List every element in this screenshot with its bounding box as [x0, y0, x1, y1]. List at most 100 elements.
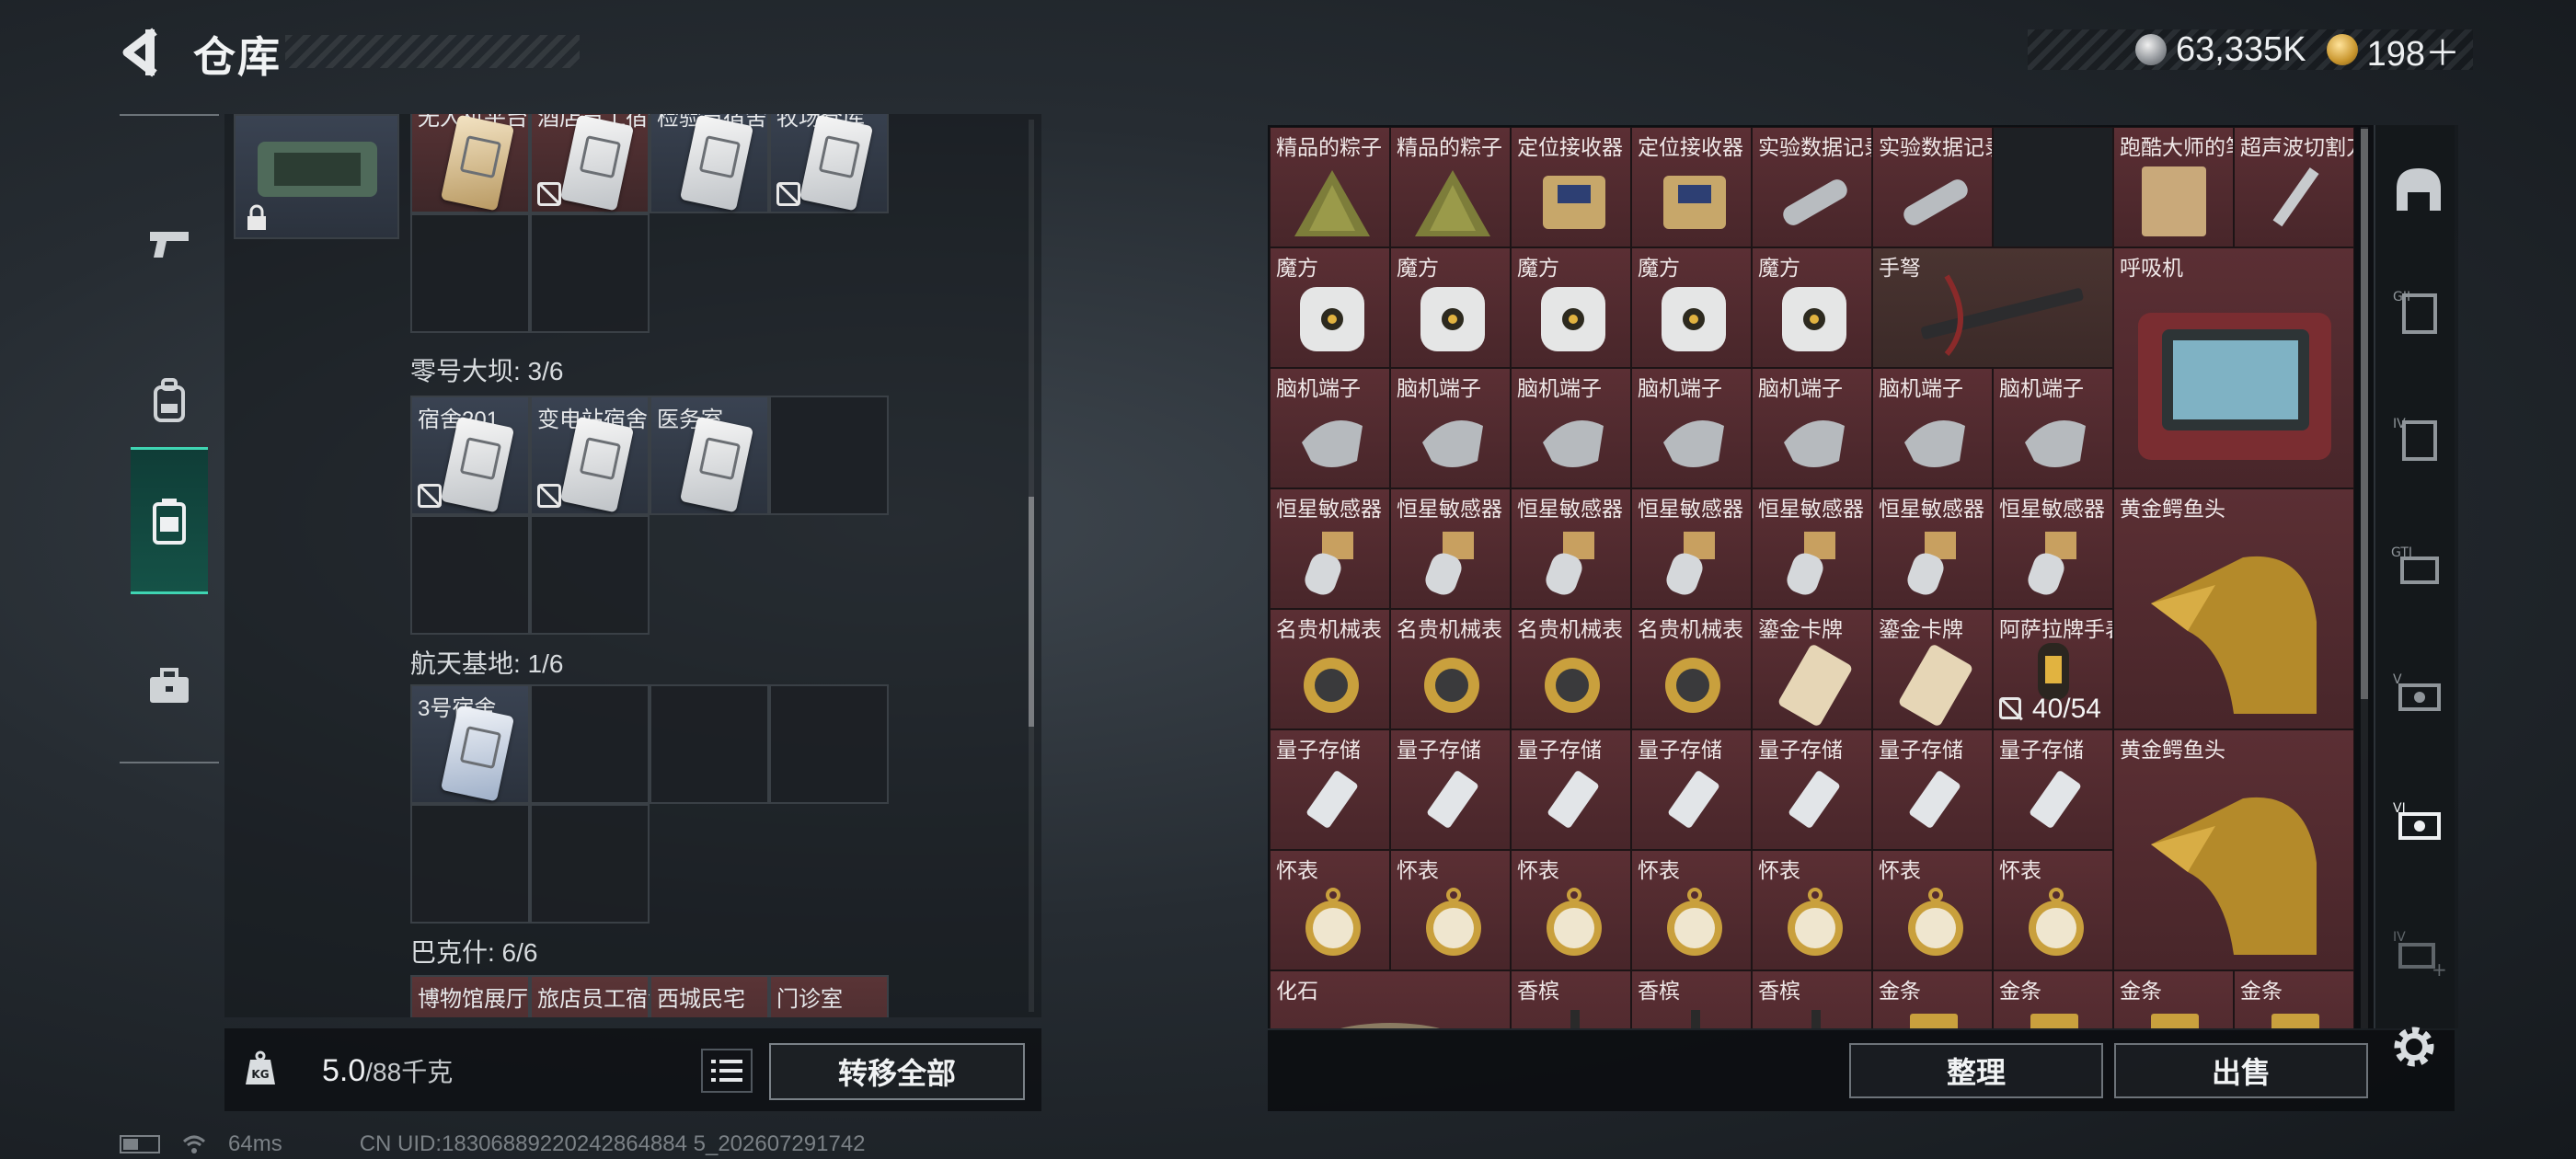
- inventory-item[interactable]: 精品的粽子: [1390, 127, 1511, 247]
- keycard-slot[interactable]: 门诊室: [769, 975, 889, 1017]
- inventory-item[interactable]: 魔方: [1270, 247, 1390, 368]
- empty-slot[interactable]: [530, 213, 650, 333]
- inventory-item[interactable]: 量子存储: [1270, 729, 1390, 850]
- container-slot[interactable]: [234, 114, 399, 239]
- inventory-item[interactable]: 香槟: [1511, 970, 1631, 1028]
- keycard-slot[interactable]: 牧场仓库: [769, 114, 889, 213]
- inventory-item[interactable]: 怀表: [1872, 850, 1993, 970]
- inventory-item[interactable]: 金条: [1872, 970, 1993, 1028]
- filter-helmet[interactable]: [2390, 162, 2447, 219]
- inventory-item[interactable]: 脑机端子: [1270, 368, 1390, 488]
- sort-button[interactable]: 整理: [1849, 1043, 2103, 1098]
- inventory-item[interactable]: 怀表: [1390, 850, 1511, 970]
- inventory-item[interactable]: 鎏金卡牌: [1752, 609, 1872, 729]
- keycard-slot[interactable]: 变电站宿舍: [530, 396, 650, 515]
- inventory-item[interactable]: 怀表: [1993, 850, 2113, 970]
- inventory-item[interactable]: 恒星敏感器: [1390, 488, 1511, 609]
- inventory-item[interactable]: 鎏金卡牌: [1872, 609, 1993, 729]
- rail-item-keycards[interactable]: [131, 447, 208, 594]
- filter-armor-iv-plus[interactable]: IV +: [2390, 925, 2447, 982]
- inventory-item[interactable]: 超声波切割刀: [2234, 127, 2354, 247]
- filter-armor-v[interactable]: V: [2390, 668, 2447, 725]
- inventory-item[interactable]: 量子存储: [1390, 729, 1511, 850]
- inventory-item[interactable]: 脑机端子: [1993, 368, 2113, 488]
- empty-slot[interactable]: [410, 515, 530, 635]
- inventory-item[interactable]: 量子存储: [1511, 729, 1631, 850]
- inventory-item[interactable]: 量子存储: [1752, 729, 1872, 850]
- inventory-item[interactable]: 怀表: [1631, 850, 1752, 970]
- sell-button[interactable]: 出售: [2114, 1043, 2368, 1098]
- empty-slot[interactable]: [530, 684, 650, 804]
- inventory-item[interactable]: 脑机端子: [1872, 368, 1993, 488]
- inventory-item[interactable]: 量子存储: [1631, 729, 1752, 850]
- empty-slot[interactable]: [650, 684, 769, 804]
- rail-item-weapons[interactable]: [131, 171, 208, 318]
- empty-slot[interactable]: [410, 213, 530, 333]
- keycard-slot[interactable]: 检验员宿舍: [650, 114, 769, 213]
- inventory-item[interactable]: 实验数据记录仪: [1872, 127, 1993, 247]
- inventory-item[interactable]: 量子存储: [1993, 729, 2113, 850]
- inventory-item[interactable]: 怀表: [1270, 850, 1390, 970]
- inventory-item[interactable]: 恒星敏感器: [1872, 488, 1993, 609]
- keycard-slot[interactable]: 宿舍201: [410, 396, 530, 515]
- inventory-item[interactable]: 魔方: [1390, 247, 1511, 368]
- inventory-item[interactable]: 魔方: [1631, 247, 1752, 368]
- keycard-slot[interactable]: 酒店员工宿舍: [530, 114, 651, 213]
- inventory-scroll-thumb[interactable]: [2361, 129, 2368, 699]
- empty-inventory-slot[interactable]: [1993, 127, 2113, 247]
- keycard-slot[interactable]: 博物馆展厅: [410, 975, 530, 1017]
- warehouse-scroll-thumb[interactable]: [1029, 497, 1034, 727]
- keycard-slot[interactable]: 旅店员工宿舍: [530, 975, 651, 1017]
- inventory-item[interactable]: 恒星敏感器: [1270, 488, 1390, 609]
- empty-slot[interactable]: [769, 684, 889, 804]
- settings-gear-icon[interactable]: [2388, 1021, 2440, 1073]
- inventory-item[interactable]: 魔方: [1511, 247, 1631, 368]
- inventory-item[interactable]: 金条: [1993, 970, 2113, 1028]
- inventory-item[interactable]: 定位接收器: [1631, 127, 1752, 247]
- inventory-item[interactable]: 精品的粽子: [1270, 127, 1390, 247]
- inventory-item[interactable]: 呼吸机: [2113, 247, 2354, 488]
- empty-slot[interactable]: [410, 804, 530, 924]
- rail-item-cases[interactable]: [131, 613, 208, 760]
- inventory-item[interactable]: 恒星敏感器: [1993, 488, 2113, 609]
- inventory-item[interactable]: 跑酷大师的笔记: [2113, 127, 2234, 247]
- keycard-slot[interactable]: 无人机平台: [410, 114, 530, 213]
- inventory-item[interactable]: 恒星敏感器: [1511, 488, 1631, 609]
- inventory-item[interactable]: 黄金鳄鱼头: [2113, 729, 2354, 970]
- keycard-slot[interactable]: 3号宿舍: [410, 684, 530, 804]
- inventory-item[interactable]: 脑机端子: [1752, 368, 1872, 488]
- inventory-item[interactable]: 手弩: [1872, 247, 2113, 368]
- inventory-item[interactable]: 金条: [2113, 970, 2234, 1028]
- keycard-slot[interactable]: 医务室: [650, 396, 769, 515]
- empty-slot[interactable]: [530, 515, 650, 635]
- inventory-item[interactable]: 化石: [1270, 970, 1511, 1028]
- inventory-item[interactable]: 脑机端子: [1631, 368, 1752, 488]
- list-view-button[interactable]: [701, 1049, 753, 1093]
- empty-slot[interactable]: [530, 804, 650, 924]
- inventory-item[interactable]: 名贵机械表: [1631, 609, 1752, 729]
- inventory-item[interactable]: 恒星敏感器: [1631, 488, 1752, 609]
- inventory-item[interactable]: 实验数据记录仪: [1752, 127, 1872, 247]
- inventory-item[interactable]: 定位接收器: [1511, 127, 1631, 247]
- gold-currency[interactable]: 198＋: [2326, 25, 2460, 75]
- inventory-item[interactable]: 阿萨拉牌手表 40/54: [1993, 609, 2113, 729]
- inventory-item[interactable]: 怀表: [1511, 850, 1631, 970]
- filter-gti[interactable]: GTI: [2390, 539, 2447, 596]
- inventory-item[interactable]: 脑机端子: [1390, 368, 1511, 488]
- inventory-item[interactable]: 怀表: [1752, 850, 1872, 970]
- inventory-item[interactable]: 名贵机械表: [1511, 609, 1631, 729]
- empty-slot[interactable]: [769, 396, 889, 515]
- inventory-item[interactable]: 香槟: [1631, 970, 1752, 1028]
- inventory-item[interactable]: 量子存储: [1872, 729, 1993, 850]
- inventory-item[interactable]: 恒星敏感器: [1752, 488, 1872, 609]
- inventory-item[interactable]: 名贵机械表: [1390, 609, 1511, 729]
- transfer-all-button[interactable]: 转移全部: [769, 1043, 1025, 1100]
- keycard-slot[interactable]: 西城民宅: [650, 975, 769, 1017]
- inventory-item[interactable]: 香槟: [1752, 970, 1872, 1028]
- inventory-item[interactable]: 金条: [2234, 970, 2354, 1028]
- filter-armor-iv[interactable]: IV: [2390, 410, 2447, 467]
- inventory-item[interactable]: 黄金鳄鱼头: [2113, 488, 2354, 729]
- back-button[interactable]: [118, 26, 166, 79]
- silver-currency[interactable]: 63,335K: [2135, 30, 2306, 70]
- inventory-item[interactable]: 魔方: [1752, 247, 1872, 368]
